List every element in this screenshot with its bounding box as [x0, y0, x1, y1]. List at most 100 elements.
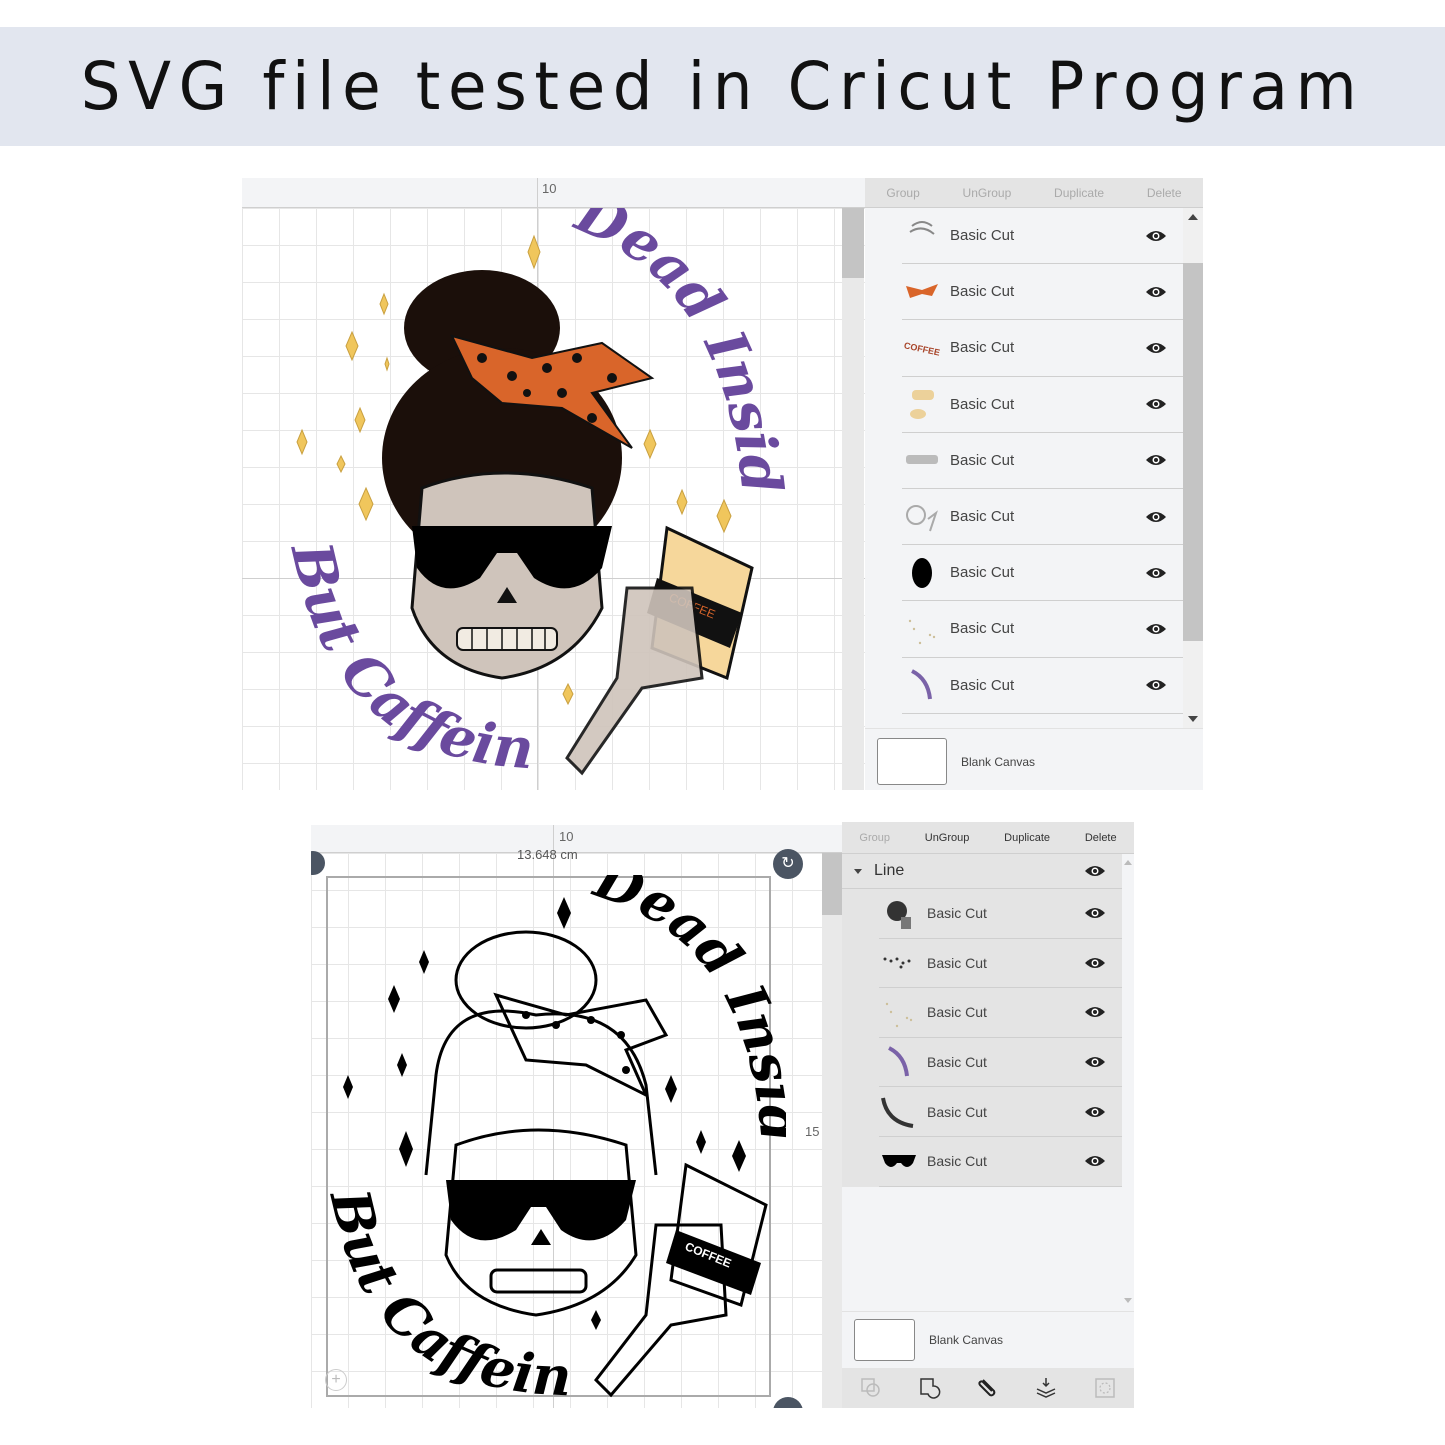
- layer-thumbnail: [902, 272, 942, 312]
- blank-canvas-label: Blank Canvas: [929, 1333, 1004, 1347]
- layer-row[interactable]: Basic Cut: [879, 939, 1122, 989]
- group-row-line[interactable]: Line: [842, 854, 1122, 889]
- ungroup-button[interactable]: UnGroup: [925, 832, 970, 844]
- flatten-icon[interactable]: [1034, 1376, 1058, 1400]
- blank-canvas-label: Blank Canvas: [961, 754, 1036, 769]
- layer-row[interactable]: COFFEE Basic Cut: [902, 320, 1183, 377]
- layer-thumbnail: [902, 497, 942, 537]
- contour-icon[interactable]: [1093, 1376, 1117, 1400]
- layer-row[interactable]: Basic Cut: [902, 545, 1183, 602]
- eye-icon[interactable]: [1084, 1055, 1106, 1069]
- line-artwork[interactable]: COFFEE Dead Inside But Caffeinated: [326, 875, 786, 1405]
- layer-label: Basic Cut: [927, 1004, 987, 1021]
- bottom-layer-toolbar: Group UnGroup Duplicate Delete: [842, 822, 1134, 854]
- sparkle: [343, 1075, 353, 1099]
- bottom-canvas[interactable]: 10 13.648 cm 15 ↻ + COFFEE Dead I ut Caf…: [311, 825, 842, 1408]
- top-canvas[interactable]: 10 Dead Insid But Caffeinated: [242, 178, 865, 790]
- layer-thumbnail: [902, 609, 942, 649]
- layer-label: Basic Cut: [927, 1153, 987, 1170]
- layers-scrollbar[interactable]: [1122, 854, 1134, 1309]
- eye-icon[interactable]: [1145, 285, 1167, 299]
- sparkle: [384, 356, 390, 372]
- layer-label: Basic Cut: [927, 1054, 987, 1071]
- group-button[interactable]: Group: [886, 186, 919, 200]
- attach-icon[interactable]: [976, 1376, 1000, 1400]
- teeth: [489, 1268, 588, 1294]
- eye-icon[interactable]: [1145, 229, 1167, 243]
- eye-icon[interactable]: [1145, 622, 1167, 636]
- bottom-layers-panel: Group UnGroup Duplicate Delete Line Basi…: [842, 822, 1134, 1408]
- layer-thumbnail: [879, 1092, 919, 1132]
- group-label: Line: [874, 862, 905, 879]
- layer-label: Basic Cut: [950, 451, 1015, 469]
- layer-row[interactable]: Basic Cut: [879, 889, 1122, 939]
- scroll-up-icon[interactable]: [1188, 214, 1198, 220]
- eye-icon[interactable]: [1084, 1154, 1106, 1168]
- top-ruler: 10: [242, 178, 865, 208]
- delete-button[interactable]: Delete: [1147, 186, 1182, 200]
- layer-thumbnail: [902, 440, 942, 480]
- layer-row[interactable]: Basic Cut: [902, 377, 1183, 433]
- layer-thumbnail: [879, 1042, 919, 1082]
- eye-icon[interactable]: [1084, 864, 1106, 878]
- duplicate-button[interactable]: Duplicate: [1054, 186, 1104, 200]
- ruler-label: 10: [559, 829, 574, 844]
- layer-label: Basic Cut: [950, 395, 1015, 413]
- bottom-tools: [842, 1368, 1134, 1408]
- layer-row[interactable]: Basic Cut: [879, 1137, 1122, 1187]
- eye-icon[interactable]: [1145, 341, 1167, 355]
- sparkle: [732, 1140, 746, 1172]
- delete-button[interactable]: Delete: [1085, 832, 1117, 844]
- weld-icon[interactable]: [918, 1376, 942, 1400]
- color-artwork[interactable]: COFFEE Dead Inside But Caffeinated: [272, 208, 792, 788]
- layer-label: Basic Cut: [950, 676, 1015, 694]
- eye-icon[interactable]: [1145, 510, 1167, 524]
- blank-canvas-swatch: [877, 738, 947, 785]
- layer-label: Basic Cut: [950, 339, 1015, 357]
- ruler-label: 10: [542, 181, 557, 196]
- duplicate-button[interactable]: Duplicate: [1004, 832, 1050, 844]
- eye-icon[interactable]: [1145, 397, 1167, 411]
- blank-canvas-item[interactable]: Blank Canvas: [877, 738, 1035, 785]
- slice-icon[interactable]: [859, 1376, 883, 1400]
- banner: SVG file tested in Cricut Program: [0, 27, 1445, 146]
- eye-icon[interactable]: [1145, 566, 1167, 580]
- sparkle: [527, 234, 541, 270]
- eye-icon[interactable]: [1084, 906, 1106, 920]
- sparkle: [591, 1310, 601, 1330]
- layer-row[interactable]: Basic Cut: [879, 988, 1122, 1038]
- canvas-scrollbar[interactable]: [842, 208, 864, 790]
- blank-canvas-item[interactable]: Blank Canvas: [854, 1319, 1003, 1361]
- eye-icon[interactable]: [1084, 1105, 1106, 1119]
- layer-row[interactable]: Basic Cut: [902, 208, 1183, 265]
- eye-icon[interactable]: [1145, 678, 1167, 692]
- layer-row[interactable]: Basic Cut: [902, 601, 1183, 658]
- layer-row[interactable]: Basic Cut: [879, 1038, 1122, 1088]
- canvas-scrollbar[interactable]: [822, 853, 842, 1408]
- eye-icon[interactable]: [1145, 453, 1167, 467]
- scroll-down-icon[interactable]: [1188, 716, 1198, 722]
- eye-icon[interactable]: [1084, 1005, 1106, 1019]
- layer-row[interactable]: Basic Cut: [902, 264, 1183, 321]
- banner-title: SVG file tested in Cricut Program: [80, 48, 1365, 125]
- sparkle: [665, 1075, 677, 1103]
- eye-icon[interactable]: [1084, 956, 1106, 970]
- sparkle: [354, 406, 366, 434]
- sparkle: [379, 292, 389, 316]
- layer-thumbnail: [879, 943, 919, 983]
- layer-label: Basic Cut: [950, 227, 1015, 245]
- sparkle: [696, 1130, 706, 1154]
- layer-thumbnail: [902, 216, 942, 256]
- sparkle: [676, 488, 688, 516]
- layer-row[interactable]: Basic Cut: [879, 1087, 1122, 1137]
- layer-label: Basic Cut: [950, 283, 1015, 301]
- ungroup-button[interactable]: UnGroup: [963, 186, 1012, 200]
- group-button[interactable]: Group: [859, 832, 890, 844]
- layer-row[interactable]: Basic Cut: [902, 433, 1183, 489]
- sparkle: [419, 950, 429, 974]
- layers-scrollbar[interactable]: [1183, 208, 1203, 728]
- layer-row[interactable]: Basic Cut: [902, 658, 1183, 714]
- layer-row[interactable]: Basic Cut: [902, 489, 1183, 546]
- sparkle: [296, 428, 308, 456]
- expand-caret-icon[interactable]: [854, 868, 862, 874]
